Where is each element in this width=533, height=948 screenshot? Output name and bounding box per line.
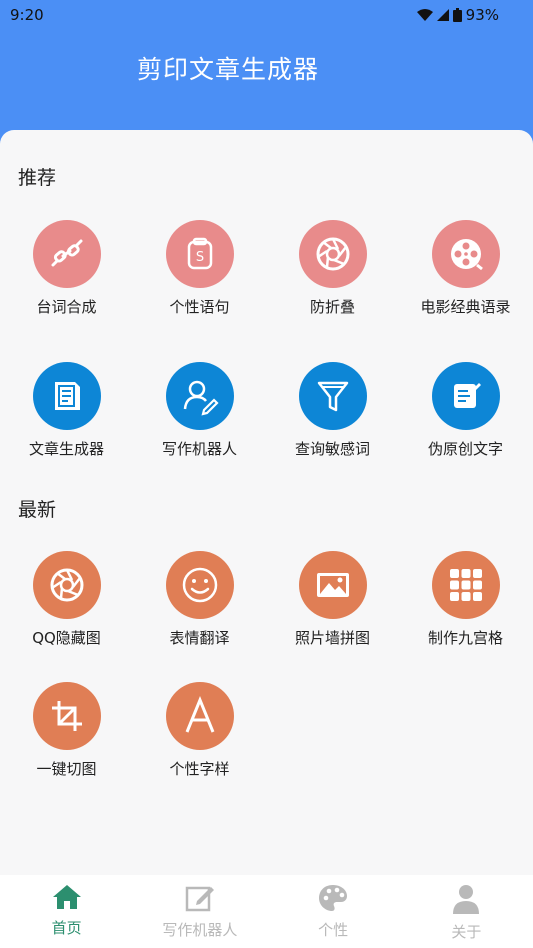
tile-label: 照片墙拼图 xyxy=(294,629,370,647)
tile-sensitive-word-check[interactable]: 查询敏感词 xyxy=(266,362,399,459)
tile-label: 电影经典语录 xyxy=(420,298,511,316)
nav-item-about[interactable]: 关于 xyxy=(400,875,533,948)
tile-article-generator[interactable]: 文章生成器 xyxy=(0,362,133,459)
tile-icon-bg xyxy=(165,362,234,430)
film-reel-icon xyxy=(450,239,483,271)
section-title-recommend: 推荐 xyxy=(18,167,57,189)
tile-icon-bg xyxy=(32,220,101,288)
status-bar: 9:20 93% xyxy=(0,0,533,30)
tile-icon-bg xyxy=(298,220,367,288)
tile-label: QQ隐藏图 xyxy=(32,629,101,647)
tile-emoji-translate[interactable]: 表情翻译 xyxy=(133,551,266,648)
tile-label: 个性字样 xyxy=(169,760,230,778)
nav-item-home[interactable]: 首页 xyxy=(0,875,133,948)
nav-label: 个性 xyxy=(318,921,349,939)
aperture-icon xyxy=(50,568,83,602)
battery-text: 93% xyxy=(465,6,499,24)
tile-pseudo-original[interactable]: 伪原创文字 xyxy=(399,362,532,459)
tile-icon-bg xyxy=(298,551,367,619)
tile-personal-sentence[interactable]: S 个性语句 xyxy=(133,220,266,317)
grid-icon xyxy=(449,569,482,601)
home-icon xyxy=(52,885,81,909)
tile-label: 查询敏感词 xyxy=(294,440,370,458)
smiley-icon xyxy=(182,567,217,603)
tile-photo-wall[interactable]: 照片墙拼图 xyxy=(266,551,399,648)
tile-icon-bg xyxy=(32,682,101,750)
tile-dialogue-synthesis[interactable]: 台词合成 xyxy=(0,220,133,317)
status-time: 9:20 xyxy=(10,6,44,24)
letter-a-icon xyxy=(185,696,214,733)
tile-label: 制作九宫格 xyxy=(427,629,503,647)
cell-signal-icon xyxy=(436,9,449,21)
tile-personal-font[interactable]: 个性字样 xyxy=(133,682,266,779)
aperture-icon xyxy=(316,237,349,271)
filter-icon xyxy=(317,381,348,412)
tile-label: 伪原创文字 xyxy=(427,440,503,458)
crop-icon xyxy=(51,701,82,731)
battery-icon xyxy=(452,8,462,22)
tile-label: 文章生成器 xyxy=(28,440,104,458)
wifi-icon xyxy=(416,9,433,21)
link-icon xyxy=(51,239,82,267)
content-panel: 推荐 台词合成 S 个性语句 防折叠 电影经典语录 文章生成器 写作机器人 查询… xyxy=(0,130,533,875)
tile-icon-bg: S xyxy=(165,220,234,288)
tile-icon-bg xyxy=(165,551,234,619)
nav-label: 写作机器人 xyxy=(162,921,238,939)
tile-icon-bg xyxy=(431,220,500,288)
tile-nine-grid[interactable]: 制作九宫格 xyxy=(399,551,532,648)
document-icon xyxy=(54,382,80,410)
user-edit-icon xyxy=(183,380,219,416)
tile-writing-robot[interactable]: 写作机器人 xyxy=(133,362,266,459)
tile-icon-bg xyxy=(165,682,234,750)
nav-label: 首页 xyxy=(51,919,82,937)
status-icons: 93% xyxy=(416,6,499,24)
tile-label: 防折叠 xyxy=(309,298,355,316)
tile-movie-quotes[interactable]: 电影经典语录 xyxy=(399,220,532,317)
edit-icon xyxy=(185,886,214,912)
tile-icon-bg xyxy=(32,551,101,619)
tile-label: 个性语句 xyxy=(169,298,230,316)
tile-qq-hidden-image[interactable]: QQ隐藏图 xyxy=(0,551,133,648)
s-bag-icon: S xyxy=(187,237,212,270)
person-icon xyxy=(453,885,480,914)
tile-icon-bg xyxy=(431,362,500,430)
tile-icon-bg xyxy=(431,551,500,619)
palette-icon xyxy=(319,885,348,911)
tile-label: 台词合成 xyxy=(36,298,97,316)
tile-one-click-crop[interactable]: 一键切图 xyxy=(0,682,133,779)
section-title-latest: 最新 xyxy=(18,499,57,521)
nav-item-personality[interactable]: 个性 xyxy=(267,875,400,948)
tile-anti-fold[interactable]: 防折叠 xyxy=(266,220,399,317)
nav-item-writing-robot[interactable]: 写作机器人 xyxy=(133,875,266,948)
tile-label: 写作机器人 xyxy=(161,440,237,458)
tile-label: 一键切图 xyxy=(36,760,97,778)
nav-label: 关于 xyxy=(451,923,482,941)
tile-label: 表情翻译 xyxy=(169,629,230,647)
tile-icon-bg xyxy=(32,362,101,430)
app-title: 剪印文章生成器 xyxy=(137,55,320,84)
bottom-nav: 首页 写作机器人 个性 关于 xyxy=(0,875,533,948)
image-icon xyxy=(316,573,349,597)
note-edit-icon xyxy=(453,383,481,408)
tile-icon-bg xyxy=(298,362,367,430)
svg-text:S: S xyxy=(195,250,203,265)
